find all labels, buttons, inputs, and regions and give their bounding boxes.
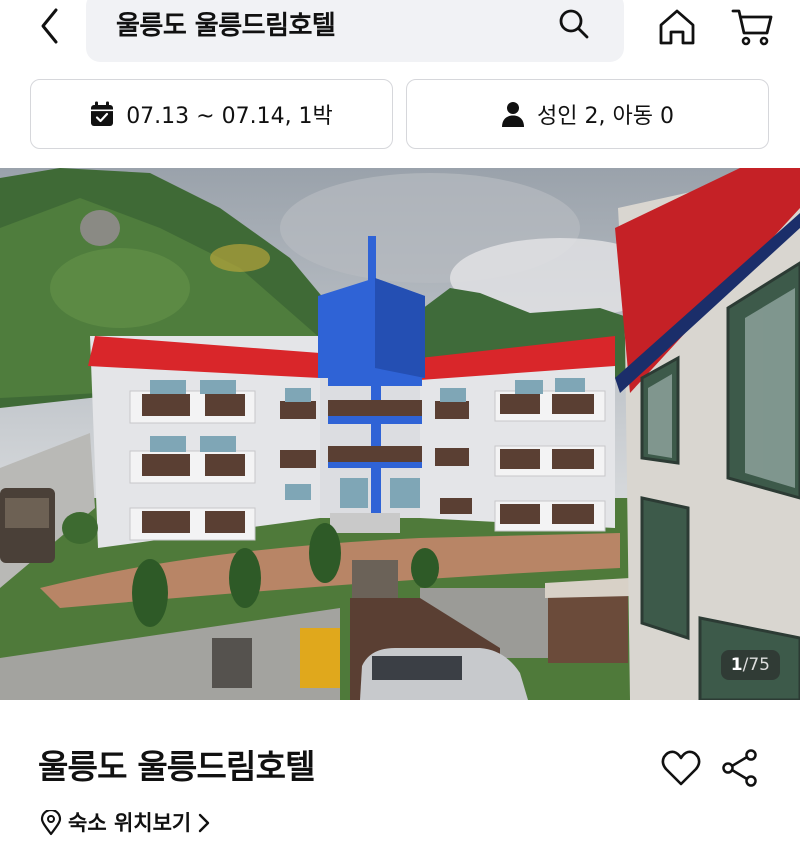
top-bar: 울릉도 울릉드림호텔: [0, 0, 800, 64]
search-icon[interactable]: [556, 6, 592, 42]
hotel-photo-carousel[interactable]: 1/75: [0, 168, 800, 700]
location-link-label: 숙소 위치보기: [68, 811, 192, 835]
search-bar[interactable]: 울릉도 울릉드림호텔: [86, 0, 624, 62]
photo-total: /75: [742, 655, 770, 675]
date-selector[interactable]: 07.13 ~ 07.14, 1박: [30, 79, 393, 149]
photo-counter: 1/75: [720, 650, 780, 680]
heart-icon[interactable]: [660, 748, 702, 788]
search-input[interactable]: 울릉도 울릉드림호텔: [116, 6, 336, 46]
calendar-icon: [91, 101, 114, 126]
date-range-text: 07.13 ~ 07.14, 1박: [126, 104, 333, 129]
hotel-title: 울릉도 울릉드림호텔: [38, 747, 316, 786]
guest-selector[interactable]: 성인 2, 아동 0: [406, 79, 769, 149]
guest-count-text: 성인 2, 아동 0: [537, 104, 674, 129]
home-icon[interactable]: [656, 6, 698, 48]
chevron-right-icon: [199, 813, 210, 833]
photo-index: 1: [730, 655, 743, 675]
cart-icon[interactable]: [730, 6, 774, 48]
back-icon[interactable]: [30, 6, 70, 46]
hotel-photo: [0, 168, 800, 700]
share-icon[interactable]: [720, 748, 760, 788]
person-icon: [502, 102, 525, 127]
map-pin-icon: [40, 810, 62, 836]
location-link[interactable]: 숙소 위치보기: [40, 806, 211, 840]
